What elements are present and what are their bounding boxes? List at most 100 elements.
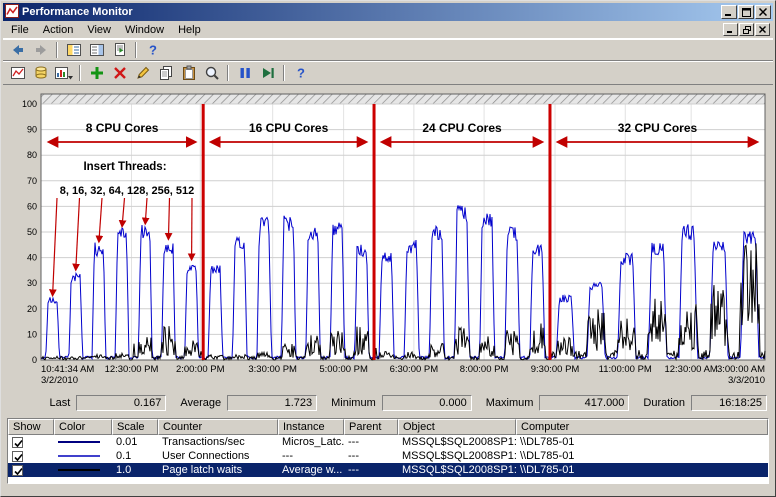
column-header-color[interactable]: Color (54, 419, 112, 435)
copy-properties-button[interactable] (154, 63, 177, 83)
legend-row-page-latch-waits[interactable]: 1.0 Page latch waits Average w... --- MS… (8, 463, 768, 477)
x-axis-tick: 12:30:00 PM (105, 364, 159, 375)
scale-cell: 1.0 (116, 464, 132, 476)
last-value: 0.167 (76, 395, 167, 411)
parent-cell: --- (348, 436, 359, 448)
y-axis-tick: 50 (27, 227, 37, 237)
column-header-counter[interactable]: Counter (158, 419, 278, 435)
svg-text:?: ? (149, 43, 157, 58)
add-icon (90, 67, 103, 79)
column-header-scale[interactable]: Scale (112, 419, 158, 435)
performance-chart: 100908070605040302010010:41:34 AM3/2/201… (22, 93, 766, 386)
counter-cell: User Connections (162, 450, 250, 462)
x-axis-tick-date: 3/2/2010 (41, 375, 78, 386)
computer-cell: \\DL785-01 (520, 450, 575, 462)
back-button[interactable] (6, 40, 29, 60)
view-log-data-button[interactable] (29, 63, 52, 83)
menu-file[interactable]: File (4, 22, 36, 38)
check-icon (14, 453, 23, 461)
y-axis-tick: 80 (27, 150, 37, 160)
y-axis-tick: 20 (27, 304, 37, 314)
x-axis-tick: 2:00:00 PM (176, 364, 225, 375)
average-value: 1.723 (227, 395, 318, 411)
last-label: Last (49, 397, 71, 409)
menu-view[interactable]: View (80, 22, 118, 38)
title-bar[interactable]: Performance Monitor (3, 3, 773, 21)
paste-counter-list-button[interactable] (177, 63, 200, 83)
freeze-display-button[interactable] (233, 63, 256, 83)
duration-label: Duration (643, 397, 685, 409)
y-axis-tick: 40 (27, 253, 37, 263)
export-list-button[interactable] (108, 40, 131, 60)
action-pane-icon (89, 44, 104, 56)
duration-value: 16:18:25 (691, 395, 767, 411)
view-current-activity-button[interactable] (6, 63, 29, 83)
show-checkbox[interactable] (12, 464, 23, 476)
help-button[interactable]: ? (141, 40, 164, 60)
x-axis-tick: 5:00:00 PM (319, 364, 368, 375)
close-button[interactable] (755, 5, 771, 19)
x-axis-tick: 6:30:00 PM (390, 364, 439, 375)
pause-icon (240, 68, 250, 78)
column-header-instance[interactable]: Instance (278, 419, 344, 435)
y-axis-tick: 0 (32, 355, 37, 365)
console-tree-icon (66, 44, 81, 56)
mdi-close-button[interactable] (755, 23, 770, 36)
object-cell: MSSQL$SQL2008SP1:Datab... (402, 436, 516, 448)
legend-row-user-connections[interactable]: 0.1 User Connections --- --- MSSQL$SQL20… (8, 449, 768, 463)
graph-type-icon (54, 67, 73, 80)
instance-cell: --- (282, 450, 293, 462)
counter-cell: Page latch waits (162, 464, 243, 476)
parent-cell: --- (348, 464, 359, 476)
current-activity-icon (10, 67, 25, 79)
show-hide-action-pane-button[interactable] (85, 40, 108, 60)
back-arrow-icon (12, 45, 23, 55)
section-label: 8 CPU Cores (86, 121, 159, 135)
main-toolbar: ? (3, 39, 773, 61)
copy-icon (159, 66, 172, 80)
step-forward-icon (262, 68, 274, 78)
color-swatch (54, 435, 112, 449)
show-hide-console-tree-button[interactable] (62, 40, 85, 60)
x-axis-tick: 10:41:34 AM (41, 364, 94, 375)
insert-threads-values: 8, 16, 32, 64, 128, 256, 512 (60, 185, 195, 197)
y-axis-tick: 90 (27, 125, 37, 135)
column-header-parent[interactable]: Parent (344, 419, 398, 435)
zoom-button[interactable] (200, 63, 223, 83)
menu-action[interactable]: Action (36, 22, 81, 38)
toolbar-separator (283, 65, 285, 81)
minimize-button[interactable] (721, 5, 737, 19)
x-axis-tick: 9:30:00 PM (531, 364, 580, 375)
change-graph-type-button[interactable] (52, 63, 75, 83)
perfmon-toolbar: ? (3, 61, 773, 85)
perfmon-help-button[interactable]: ? (289, 63, 312, 83)
menu-window[interactable]: Window (118, 22, 171, 38)
check-icon (14, 467, 23, 475)
show-checkbox[interactable] (12, 436, 23, 448)
menu-help[interactable]: Help (171, 22, 208, 38)
mdi-minimize-button[interactable] (723, 23, 738, 36)
section-label: 16 CPU Cores (249, 121, 329, 135)
y-axis-tick: 70 (27, 176, 37, 186)
highlight-button[interactable] (131, 63, 154, 83)
color-swatch (54, 449, 112, 463)
minimum-value: 0.000 (381, 395, 472, 411)
update-data-button[interactable] (256, 63, 279, 83)
delete-counter-button[interactable] (108, 63, 131, 83)
insert-threads-label: Insert Threads: (83, 161, 166, 173)
forward-button[interactable] (29, 40, 52, 60)
mdi-restore-button[interactable] (739, 23, 754, 36)
column-header-show[interactable]: Show (8, 419, 54, 435)
maximize-button[interactable] (738, 5, 754, 19)
column-header-object[interactable]: Object (398, 419, 516, 435)
add-counter-button[interactable] (85, 63, 108, 83)
paste-clipboard-icon (182, 65, 195, 80)
y-axis-tick: 30 (27, 278, 37, 288)
x-axis-tick: 3:00:00 AM (717, 364, 765, 375)
instance-cell: Micros_Latc... (282, 436, 344, 448)
counter-cell: Transactions/sec (162, 436, 245, 448)
show-checkbox[interactable] (12, 450, 23, 462)
delete-icon (113, 67, 126, 79)
column-header-computer[interactable]: Computer (516, 419, 768, 435)
legend-row-transactions[interactable]: 0.01 Transactions/sec Micros_Latc... ---… (8, 435, 768, 449)
